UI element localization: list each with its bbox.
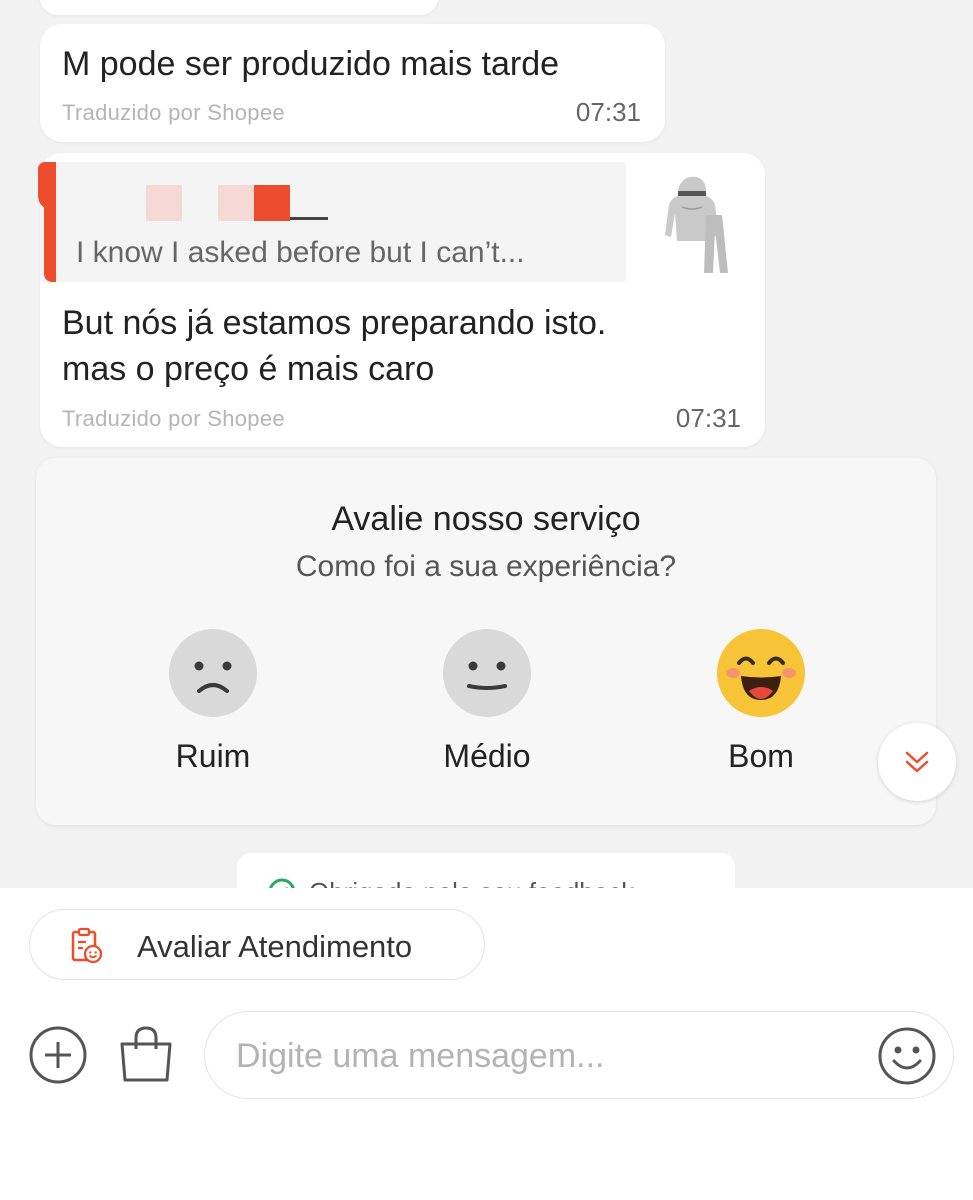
message-text: But nós já estamos preparando isto. mas … [62,300,606,392]
check-circle-icon [269,878,295,888]
feedback-thanks-notice: Obrigado pelo seu feedback [237,853,735,888]
rating-option-ruim[interactable]: Ruim [113,738,313,775]
chat-area: M pode ser produzido mais tarde Traduzid… [0,0,973,888]
redacted-sender-name [254,185,290,221]
message-time: 07:31 [675,403,741,433]
translated-label: Traduzido por Shopee [62,406,285,431]
previous-message-bubble [40,0,438,15]
emoji-icon[interactable] [877,1026,937,1086]
happy-face-icon[interactable] [717,629,805,717]
scroll-to-bottom-button[interactable] [878,723,956,801]
rate-service-label: Avaliar Atendimento [137,929,413,964]
rating-option-medio[interactable]: Médio [387,738,587,775]
message-input-placeholder: Digite uma mensagem... [236,1037,605,1075]
redacted-sender-name [290,217,328,220]
rating-title: Avalie nosso serviço [331,500,641,538]
quoted-text: I know I asked before but I can’t... [76,236,525,269]
quoted-message[interactable]: I know I asked before but I can’t... [38,162,626,282]
redacted-sender-name [218,185,254,221]
add-attachment-button[interactable] [28,1025,88,1085]
rating-option-bom[interactable]: Bom [661,738,861,775]
message-text: M pode ser produzido mais tarde [62,45,560,83]
message-line: mas o preço é mais caro [62,350,435,388]
double-chevron-down-icon [905,751,929,773]
message-bubble-with-quote[interactable]: I know I asked before but I can’t... But… [38,153,765,447]
message-bubble[interactable]: M pode ser produzido mais tarde Traduzid… [40,24,665,142]
sad-face-icon[interactable] [169,629,257,717]
product-thumbnail[interactable] [648,167,734,275]
shopping-bag-icon[interactable] [116,1022,176,1084]
translated-label: Traduzido por Shopee [62,100,285,125]
rating-subtitle: Como foi a sua experiência? [295,550,677,583]
redacted-sender-name [146,185,182,221]
message-input[interactable]: Digite uma mensagem... [204,1011,954,1099]
neutral-face-icon[interactable] [443,629,531,717]
chat-footer: Avaliar Atendimento Digite uma mensagem.… [0,888,973,1200]
feedback-thanks-text: Obrigado pelo seu feedback [309,877,634,888]
rate-service-button[interactable]: Avaliar Atendimento [29,909,485,980]
message-line: But nós já estamos preparando isto. [62,304,607,342]
rating-form-icon [71,927,103,964]
message-time: 07:31 [575,97,641,127]
quote-accent-bar [38,162,56,282]
rating-card: Avalie nosso serviço Como foi a sua expe… [36,458,936,825]
